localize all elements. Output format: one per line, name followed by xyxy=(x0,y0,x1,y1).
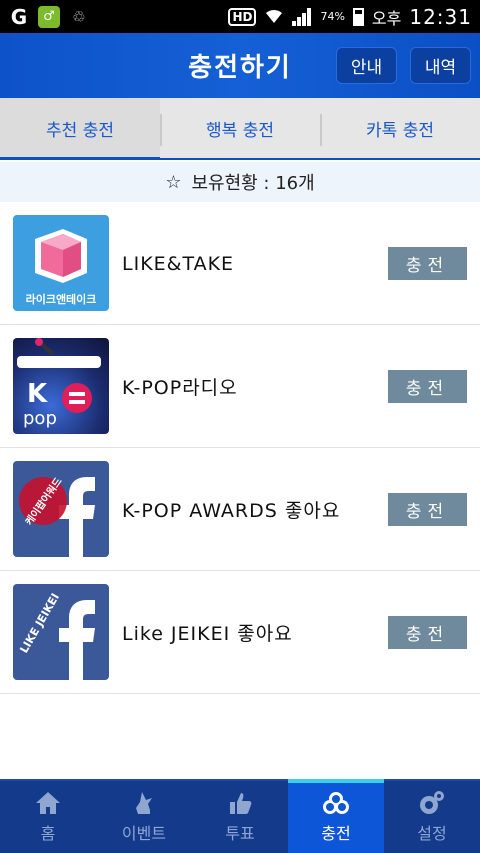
nav-label: 이벤트 xyxy=(121,824,167,843)
clock-time: 12:31 xyxy=(409,4,472,29)
status-bar: G ♂ ♲ HD 74% 오후 12:31 xyxy=(0,0,480,33)
liketake-app-icon: 라이크앤테이크 xyxy=(13,215,109,311)
tab-kakaotalk[interactable]: 카톡 충전 xyxy=(320,98,480,158)
g-icon: G xyxy=(10,4,28,29)
item-name: K-POP AWARDS 좋아요 xyxy=(122,500,341,522)
wifi-icon xyxy=(264,6,284,28)
like-jeikei-icon-caption: LIKE JEIKEI xyxy=(17,591,62,655)
guide-button[interactable]: 안내 xyxy=(336,47,397,84)
star-icon: ☆ xyxy=(165,171,182,193)
nav-vote[interactable]: 투표 xyxy=(192,781,288,853)
clipboard-icon: ♲ xyxy=(72,7,86,26)
item-name: Like JEIKEI 좋아요 xyxy=(122,623,293,645)
nav-home[interactable]: 홈 xyxy=(0,781,96,853)
liketake-icon-caption: 라이크앤테이크 xyxy=(25,293,97,306)
event-icon xyxy=(136,792,152,814)
clock-ampm: 오후 xyxy=(371,8,402,28)
svg-text:K: K xyxy=(27,379,48,409)
list-item-liketake[interactable]: 라이크앤테이크 LIKE&TAKE 충전 xyxy=(0,202,480,325)
bottom-nav: 홈 이벤트 투표 충전 설정 xyxy=(0,779,480,853)
nav-event[interactable]: 이벤트 xyxy=(96,781,192,853)
battery-percent: 74% xyxy=(320,10,345,23)
page-title: 충전하기 xyxy=(188,53,292,83)
signal-icon xyxy=(292,7,312,26)
item-name: LIKE&TAKE xyxy=(122,252,235,275)
app-notification-icon: ♂ xyxy=(38,5,60,28)
charge-button[interactable]: 충전 xyxy=(388,370,467,403)
item-name: K-POP라디오 xyxy=(122,377,238,399)
list-item-like-jeikei[interactable]: LIKE JEIKEI Like JEIKEI 좋아요 충전 xyxy=(0,571,480,694)
nav-label: 투표 xyxy=(225,824,255,843)
charge-button[interactable]: 충전 xyxy=(388,616,467,649)
nav-charge[interactable]: 충전 xyxy=(288,779,384,853)
charge-icon xyxy=(323,792,349,814)
kpop-radio-app-icon: K pop xyxy=(13,338,109,434)
charge-button[interactable]: 충전 xyxy=(388,493,467,526)
holdings-status: ☆ 보유현황 : 16개 xyxy=(0,162,480,202)
tab-happy[interactable]: 행복 충전 xyxy=(160,98,320,158)
battery-icon xyxy=(352,7,364,26)
app-header: 충전하기 안내 내역 xyxy=(0,33,480,98)
charge-button[interactable]: 충전 xyxy=(388,247,467,280)
nav-settings[interactable]: 설정 xyxy=(384,781,480,853)
list-item-kpop-awards[interactable]: 케이팝어워드 K-POP AWARDS 좋아요 충전 xyxy=(0,448,480,571)
tab-recommended[interactable]: 추천 충전 xyxy=(0,98,160,160)
nav-label: 홈 xyxy=(40,824,56,843)
thumbs-up-icon xyxy=(230,793,252,814)
hd-badge: HD xyxy=(228,7,257,26)
history-button[interactable]: 내역 xyxy=(410,47,471,84)
facebook-icon: 케이팝어워드 xyxy=(13,461,109,557)
holdings-text: 보유현황 : 16개 xyxy=(191,173,315,194)
facebook-icon: LIKE JEIKEI xyxy=(13,584,109,680)
home-icon xyxy=(36,792,60,814)
svg-text:pop: pop xyxy=(23,408,57,429)
charge-tabs: 추천 충전 행복 충전 카톡 충전 xyxy=(0,98,480,160)
nav-label: 충전 xyxy=(321,824,351,843)
gear-icon xyxy=(420,791,444,814)
list-item-kpop-radio[interactable]: K pop K-POP라디오 충전 xyxy=(0,325,480,448)
nav-label: 설정 xyxy=(417,824,447,843)
charge-list: 라이크앤테이크 LIKE&TAKE 충전 K pop K-POP라디오 충전 케… xyxy=(0,202,480,694)
